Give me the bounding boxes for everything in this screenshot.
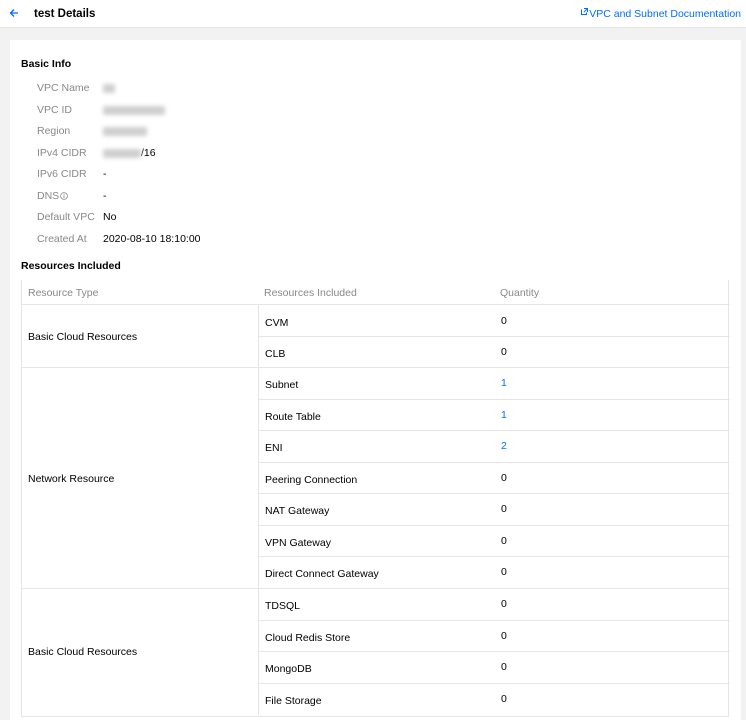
resources-included-title: Resources Included [21,260,121,272]
quantity-link[interactable]: 1 [501,409,507,421]
resource-group: Network Resource Subnet 1 Route Table 1 … [22,368,730,589]
ipv6-cidr-value: - [103,168,107,180]
resource-name-cell: NAT Gateway [265,505,330,517]
ipv6-cidr-label: IPv6 CIDR [37,168,87,180]
column-header-quantity: Quantity [500,287,540,299]
quantity-cell: 0 [501,598,507,610]
doc-link-label: VPC and Subnet Documentation [589,8,741,20]
dns-value: - [103,190,107,202]
table-row: Route Table 1 [258,399,730,431]
dns-label-text: DNS [37,190,60,202]
resource-type-cell: Basic Cloud Resources [28,646,138,658]
resource-type-cell: Basic Cloud Resources [28,331,138,343]
resource-group: Basic Cloud Resources CVM 0 CLB 0 [22,305,730,368]
resource-name-cell: Route Table [265,410,321,423]
quantity-link[interactable]: 2 [501,440,507,452]
quantity-cell: 0 [501,566,507,578]
quantity-cell: 0 [501,629,507,642]
resource-name-cell: File Storage [265,694,322,707]
resource-name-cell: Cloud Redis Store [265,631,351,644]
quantity-cell: 0 [501,503,507,515]
help-icon[interactable] [60,192,68,200]
quantity-cell: 0 [501,471,507,484]
details-card: Basic Info VPC Name VPC ID Region IPv4 C… [10,40,741,720]
quantity-cell: 0 [501,692,507,705]
vpc-subnet-documentation-link[interactable]: VPC and Subnet Documentation [581,8,741,20]
vpc-id-value [103,104,165,116]
back-arrow-icon[interactable] [8,6,20,20]
column-header-resources-included: Resources Included [264,287,357,299]
redacted-blur [103,126,147,136]
resource-name-cell: MongoDB [265,663,312,675]
resource-name-cell: ENI [265,442,283,454]
ipv4-cidr-value: /16 [103,147,156,159]
table-header: Resource Type Resources Included Quantit… [22,280,730,304]
page-title: test Details [34,8,96,20]
ipv4-cidr-label: IPv4 CIDR [37,147,87,159]
redacted-blur [103,83,115,93]
resources-table: Resource Type Resources Included Quantit… [21,280,730,717]
default-vpc-value: No [103,211,117,223]
resource-name-cell: Peering Connection [265,473,358,486]
table-row: Peering Connection 0 [258,462,730,494]
table-row: CLB 0 [258,336,730,368]
quantity-cell: 0 [501,534,507,547]
resource-name-cell: Direct Connect Gateway [265,568,379,580]
resource-name-cell: Subnet [265,379,299,391]
table-row: Subnet 1 [258,368,730,400]
resource-name-cell: CLB [265,347,286,360]
resource-name-cell: VPN Gateway [265,536,331,549]
resource-type-cell: Network Resource [28,473,115,485]
resource-name-cell: TDSQL [265,600,301,612]
redacted-blur [103,148,141,158]
quantity-cell: 0 [501,315,507,327]
top-bar: test Details VPC and Subnet Documentatio… [0,0,746,28]
dns-label: DNS [37,190,68,202]
table-row: File Storage 0 [258,683,730,715]
created-at-value: 2020-08-10 18:10:00 [103,233,201,245]
resource-name-cell: CVM [265,317,289,329]
table-row: MongoDB 0 [258,652,730,684]
table-row: VPN Gateway 0 [258,525,730,557]
table-row: CVM 0 [258,305,730,337]
vpc-name-label: VPC Name [37,82,90,94]
vpc-id-label: VPC ID [37,104,73,116]
created-at-label: Created At [37,233,87,245]
quantity-cell: 0 [501,345,507,358]
vpc-name-value [103,82,115,94]
region-label: Region [37,125,71,137]
table-row: ENI 2 [258,431,730,463]
quantity-link[interactable]: 1 [501,377,507,389]
basic-info-title: Basic Info [21,58,72,70]
ipv4-cidr-text: /16 [141,147,156,159]
redacted-blur [103,105,165,115]
table-row: Direct Connect Gateway 0 [258,557,730,589]
table-row: NAT Gateway 0 [258,494,730,526]
table-row: TDSQL 0 [258,589,730,621]
table-row: Cloud Redis Store 0 [258,620,730,652]
column-header-resource-type: Resource Type [28,287,99,299]
quantity-cell: 0 [501,661,507,673]
region-value [103,125,147,137]
default-vpc-label: Default VPC [37,211,95,223]
resource-group: Basic Cloud Resources TDSQL 0 Cloud Redi… [22,589,730,717]
external-link-icon [581,8,589,15]
